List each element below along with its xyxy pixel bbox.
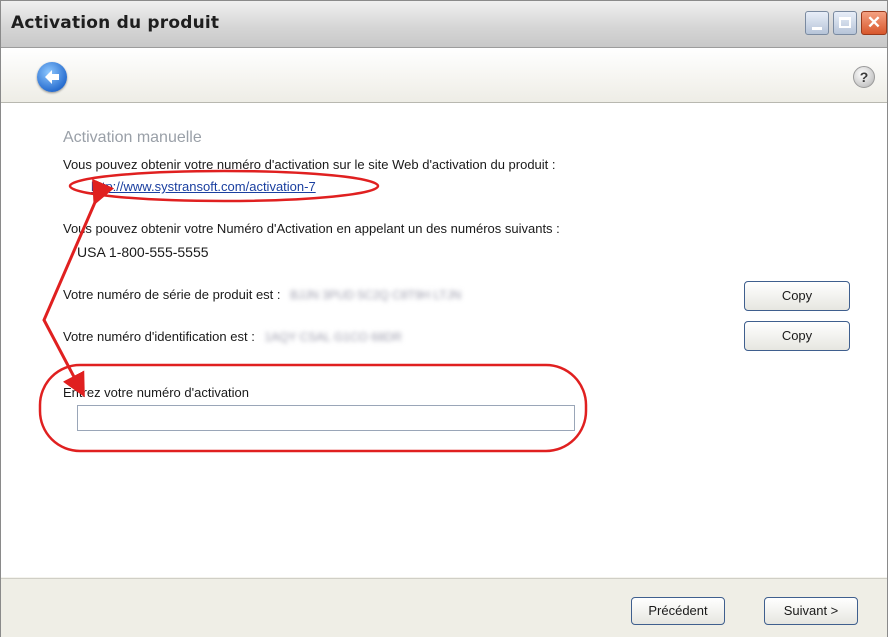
main-content: Activation manuelle Vous pouvez obtenir …: [1, 103, 887, 577]
maximize-icon: [839, 17, 851, 28]
title-bar: Activation du produit ✕: [1, 1, 887, 48]
maximize-button[interactable]: [833, 11, 857, 35]
back-arrow-icon: [45, 70, 59, 84]
activation-window: Activation du produit ✕ ? Activation man…: [0, 0, 888, 637]
serial-number-row: Votre numéro de série de produit est : B…: [63, 287, 461, 302]
phone-intro-text: Vous pouvez obtenir votre Numéro d'Activ…: [63, 221, 560, 236]
copy-serial-button[interactable]: Copy: [744, 281, 850, 311]
identification-number-label: Votre numéro d'identification est :: [63, 329, 255, 344]
phone-number: USA 1-800-555-5555: [77, 244, 209, 260]
identification-number-row: Votre numéro d'identification est : 1AQY…: [63, 329, 402, 344]
next-button[interactable]: Suivant >: [764, 597, 858, 625]
close-button[interactable]: ✕: [861, 11, 887, 35]
web-intro-text: Vous pouvez obtenir votre numéro d'activ…: [63, 157, 556, 172]
serial-number-label: Votre numéro de série de produit est :: [63, 287, 281, 302]
serial-number-value: BJJN 3PUD 5C2Q C8T9H LTJN: [290, 288, 462, 302]
window-title: Activation du produit: [11, 13, 220, 33]
navigation-bar: ?: [1, 48, 887, 103]
previous-button[interactable]: Précédent: [631, 597, 725, 625]
section-title: Activation manuelle: [63, 129, 202, 146]
close-icon: ✕: [866, 13, 882, 32]
back-button[interactable]: [37, 62, 67, 92]
activation-field-label: Entrez votre numéro d'activation: [63, 385, 250, 400]
minimize-button[interactable]: [805, 11, 829, 35]
minimize-icon: [812, 27, 822, 30]
help-button[interactable]: ?: [853, 66, 875, 88]
copy-identification-button[interactable]: Copy: [744, 321, 850, 351]
bottom-bar: Précédent Suivant >: [1, 578, 887, 637]
identification-number-value: 1AQY CSAL G1CO 68DR: [264, 330, 402, 344]
activation-url-link[interactable]: http://www.systransoft.com/activation-7: [91, 179, 316, 194]
activation-number-input[interactable]: [77, 405, 575, 431]
